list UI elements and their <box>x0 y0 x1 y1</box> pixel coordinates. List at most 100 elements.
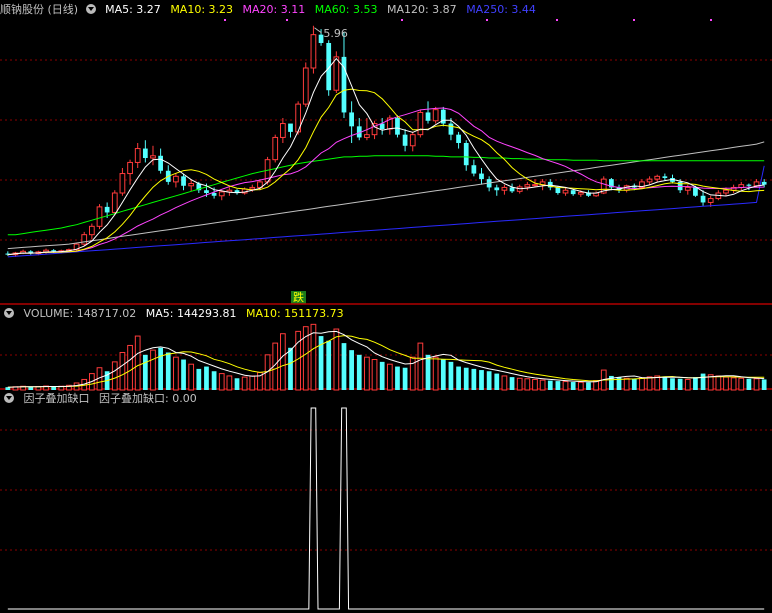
volume-bar-up <box>715 375 722 391</box>
candle-body-up <box>501 186 508 191</box>
candle-body-down <box>158 155 163 171</box>
volume-bar-up <box>127 344 133 391</box>
candle <box>333 51 340 93</box>
volume-bar-up <box>173 356 179 391</box>
volume-bar-down <box>761 379 767 390</box>
volume-bar-up <box>723 376 729 391</box>
volume-bar-up <box>295 330 302 391</box>
candle-body-up <box>88 225 95 236</box>
volume-bar-down <box>700 373 706 390</box>
candle-body-up <box>707 198 714 203</box>
volume-bar-up <box>111 361 118 391</box>
volume-bar-up <box>417 342 424 391</box>
volume-bar-down <box>402 367 408 390</box>
volume-bar-down <box>326 340 332 390</box>
volume-bar-down <box>509 377 515 390</box>
candle <box>356 118 362 141</box>
candle <box>440 106 446 127</box>
factor-line <box>7 407 765 610</box>
candle-body-down <box>509 187 515 192</box>
volume-bar-up <box>249 375 256 391</box>
candle-body-down <box>204 190 209 193</box>
candle <box>501 184 508 195</box>
volume-bar-down <box>288 347 293 390</box>
candle <box>165 165 171 185</box>
candle-body-up <box>188 183 195 187</box>
candle-body-up <box>577 191 584 195</box>
volume-bar-up <box>218 373 225 391</box>
volume-bar-down <box>448 361 454 390</box>
candle <box>479 168 484 185</box>
candle-body-up <box>723 189 729 194</box>
candle <box>272 134 279 163</box>
volume-bar-down <box>670 378 675 390</box>
candle-body-up <box>646 178 653 183</box>
volume-bar-down <box>471 368 477 390</box>
candle <box>524 181 531 191</box>
candle-body-up <box>81 234 88 245</box>
candle <box>562 187 569 196</box>
event-marker <box>224 19 226 21</box>
volume-bar-up <box>516 377 523 391</box>
candle-body-up <box>524 184 531 188</box>
event-marker <box>633 19 635 21</box>
grid-lines <box>0 59 772 551</box>
candle-body-up <box>302 67 309 105</box>
candle <box>395 115 400 138</box>
candle <box>425 101 431 124</box>
stock-chart[interactable]: 5.96 <box>0 0 772 613</box>
candle <box>181 173 186 191</box>
candle-body-up <box>562 189 569 194</box>
volume-bar-down <box>158 347 163 390</box>
candle <box>119 168 126 196</box>
candle-body-up <box>753 181 760 187</box>
candle-body-down <box>761 181 767 185</box>
volume-bar-down <box>586 382 591 390</box>
candle-body-down <box>181 176 186 186</box>
candle-body-down <box>211 193 217 196</box>
candle <box>134 143 141 168</box>
candle-body-down <box>402 134 408 146</box>
candle <box>302 62 309 107</box>
candle <box>609 178 614 191</box>
volume-bar-up <box>409 356 416 391</box>
volume-bar-up <box>524 378 531 391</box>
candle-body-up <box>173 175 179 183</box>
candle <box>463 140 469 171</box>
candle <box>646 176 653 185</box>
event-marker <box>710 19 712 21</box>
candle <box>486 176 492 192</box>
volume-bar-up <box>738 377 745 391</box>
candle-body-up <box>218 191 225 197</box>
candle-body-down <box>463 143 469 166</box>
volume-bar-down <box>341 343 347 390</box>
volume-bar-down <box>356 354 362 390</box>
event-marker <box>286 19 288 21</box>
candle-body-down <box>662 176 668 178</box>
candle-body-down <box>494 187 500 191</box>
candle-body-up <box>364 134 370 138</box>
candle <box>417 109 424 138</box>
candle <box>456 131 461 149</box>
ma60-line <box>7 155 765 236</box>
candle <box>349 101 354 143</box>
candle-body-down <box>395 118 400 135</box>
candle <box>509 183 515 193</box>
candle <box>386 115 393 135</box>
candle <box>654 174 661 182</box>
volume-bar-up <box>646 376 653 391</box>
volume-bar-up <box>119 351 126 391</box>
factor-signal-line <box>7 407 765 610</box>
volume-bar-up <box>539 379 546 391</box>
event-marker <box>486 19 488 21</box>
volume-bar-down <box>494 373 500 390</box>
candle-body-down <box>693 187 698 196</box>
candle-body-down <box>425 112 431 121</box>
candle-body-up <box>532 184 538 187</box>
candle-body-up <box>333 56 340 91</box>
moving-average-lines <box>7 57 765 258</box>
candle-body-down <box>456 134 461 143</box>
volume-bar-down <box>631 378 637 390</box>
volume-bar-up <box>577 381 584 391</box>
volume-bar-down <box>51 386 57 390</box>
